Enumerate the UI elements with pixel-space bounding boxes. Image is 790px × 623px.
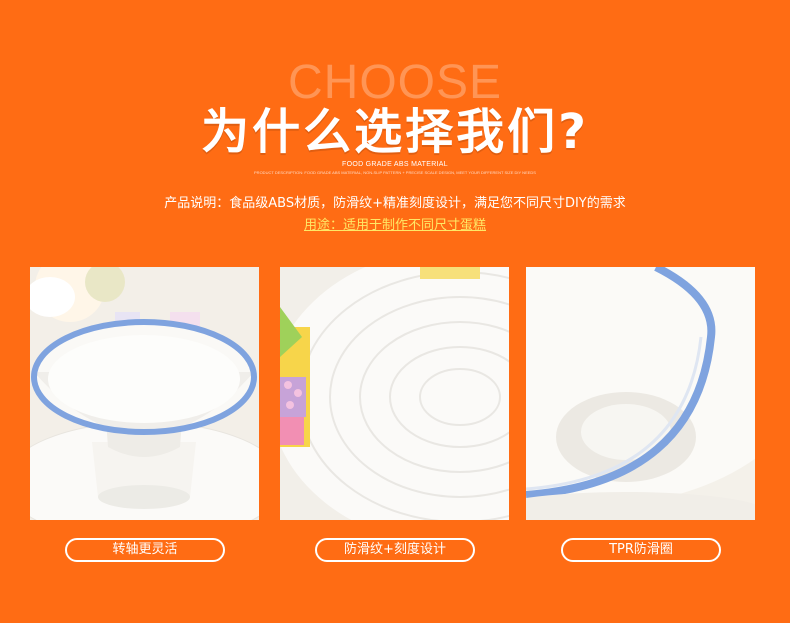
turntable-stand-photo xyxy=(30,267,259,520)
feature-pill-flexible-axis: 转轴更灵活 xyxy=(65,538,225,562)
feature-pill-non-slip-scale: 防滑纹+刻度设计 xyxy=(315,538,475,562)
subtitle-small: PRODUCT DESCRIPTION: FOOD GRADE ABS MATE… xyxy=(254,170,536,175)
usage-text: 用途：适用于制作不同尺寸蛋糕 xyxy=(303,218,486,233)
product-description: 产品说明：食品级ABS材质，防滑纹+精准刻度设计，满足您不同尺寸DIY的需求 xyxy=(164,196,626,211)
feature-pill-tpr-ring: TPR防滑圈 xyxy=(561,538,721,562)
tpr-rim-photo xyxy=(526,267,755,520)
page-title: 为什么选择我们? xyxy=(201,104,589,160)
non-slip-surface-photo xyxy=(280,267,509,520)
subtitle-en: FOOD GRADE ABS MATERIAL xyxy=(342,161,448,168)
